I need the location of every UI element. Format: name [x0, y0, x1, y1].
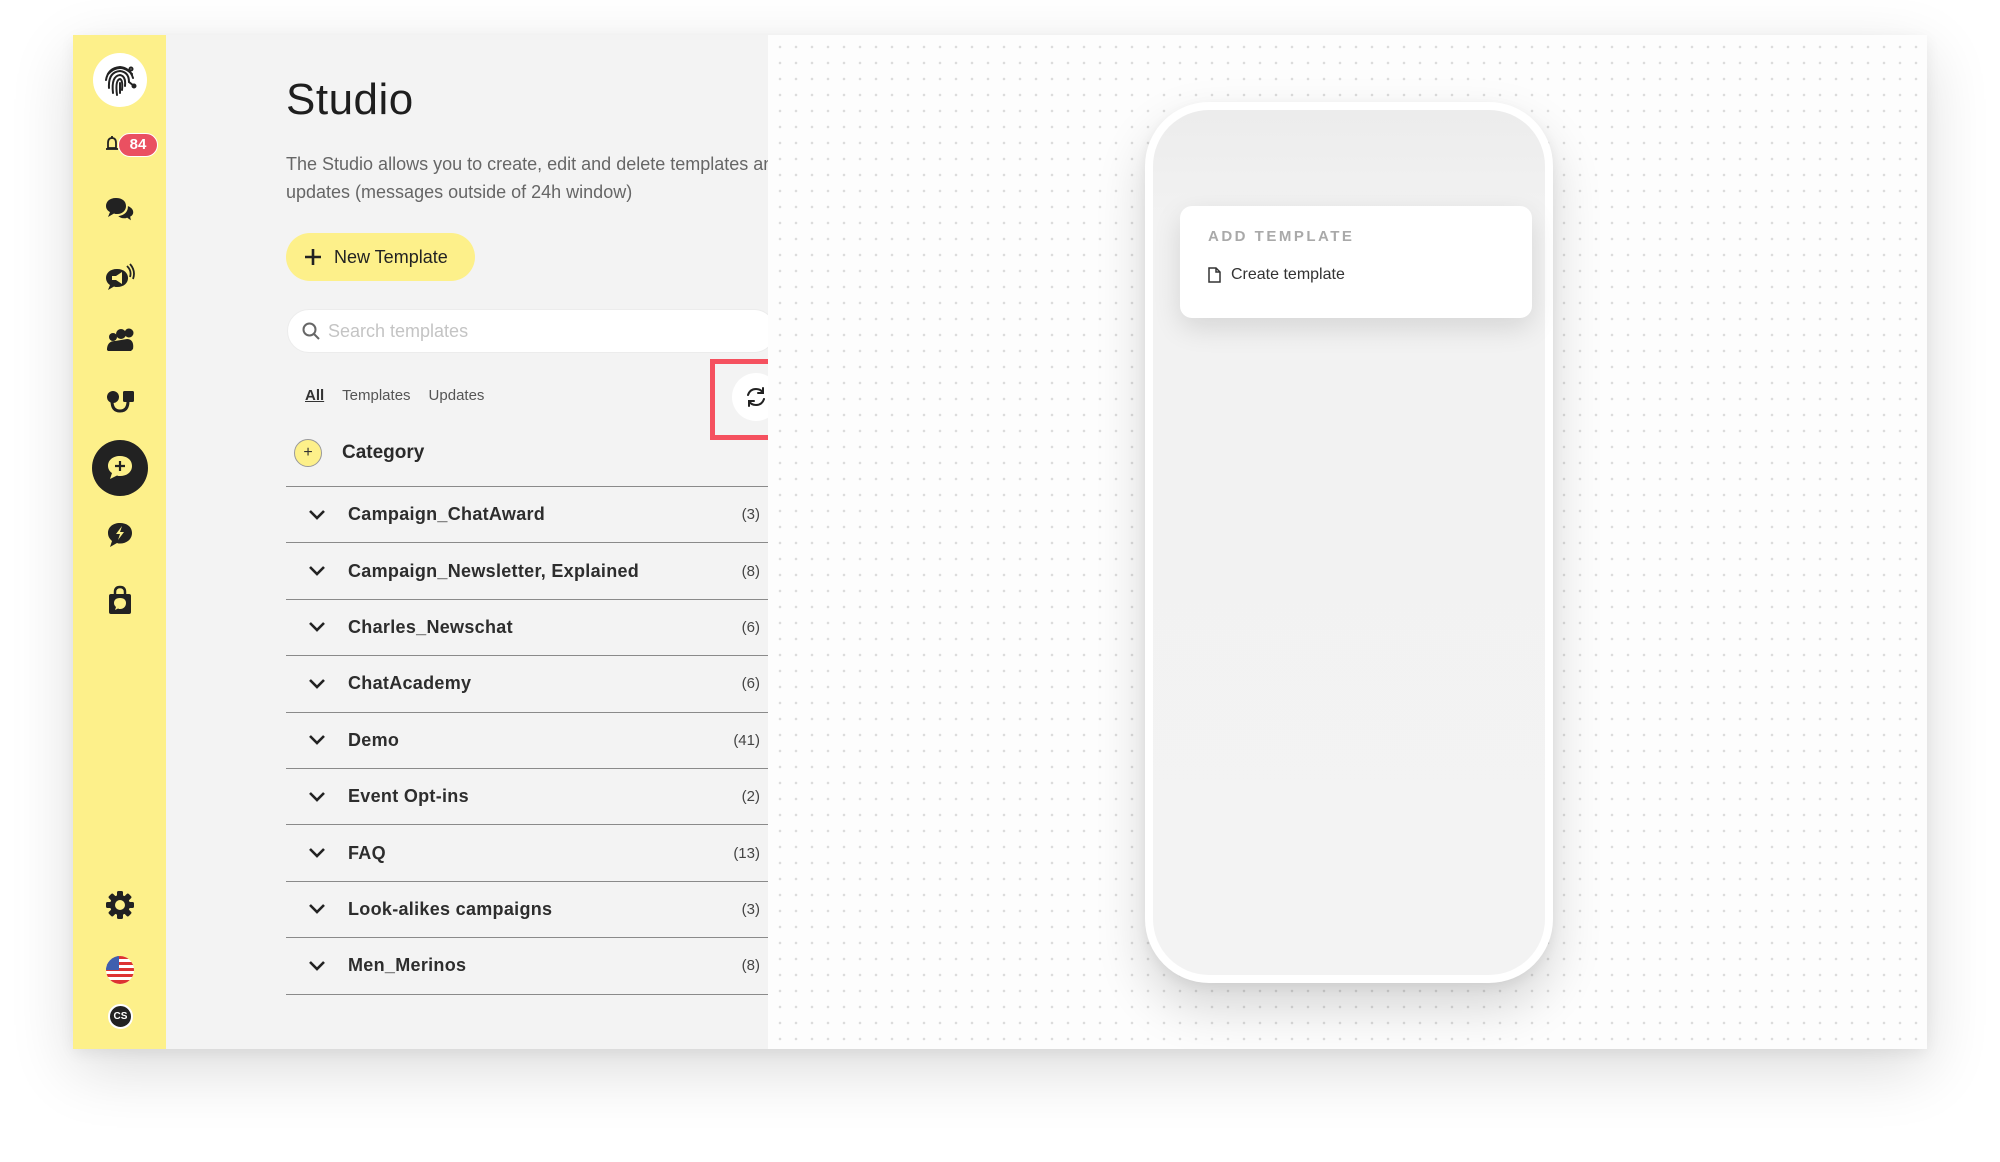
- page-description: The Studio allows you to create, edit an…: [286, 154, 784, 202]
- sidebar: 84 CS: [73, 35, 166, 1049]
- preview-area: ADD TEMPLATE Create template: [768, 35, 1927, 1049]
- plus-circle-icon: +: [294, 439, 322, 467]
- category-count: (2): [741, 788, 760, 806]
- category-row[interactable]: Campaign_ChatAward (3): [286, 487, 780, 544]
- sidebar-item-shop[interactable]: [73, 576, 166, 624]
- search-icon: [302, 322, 320, 340]
- category-count: (6): [741, 618, 760, 636]
- sidebar-item-contacts[interactable]: [73, 316, 166, 364]
- category-row[interactable]: Demo (41): [286, 713, 780, 769]
- category-row[interactable]: Men_Merinos (8): [286, 938, 780, 995]
- category-count: (41): [733, 731, 760, 749]
- search-field[interactable]: [287, 309, 776, 353]
- lightning-chat-icon: [107, 523, 132, 547]
- chat-bubbles-icon: [105, 198, 135, 223]
- category-name: Campaign_ChatAward: [348, 504, 546, 525]
- category-count: (3): [741, 900, 760, 918]
- notifications[interactable]: 84: [101, 132, 161, 158]
- people-icon: [106, 328, 133, 351]
- sidebar-item-studio[interactable]: [92, 440, 148, 496]
- category-row[interactable]: ChatAcademy (6): [286, 656, 780, 713]
- category-name: Charles_Newschat: [348, 616, 513, 637]
- shopping-bag-icon: [108, 585, 131, 614]
- category-name: Event Opt-ins: [348, 786, 469, 807]
- category-count: (6): [741, 675, 760, 693]
- sidebar-item-broadcast[interactable]: [73, 253, 166, 301]
- category-name: Men_Merinos: [348, 955, 467, 976]
- sidebar-item-chats[interactable]: [73, 186, 166, 234]
- bell-icon: [106, 136, 118, 150]
- connector-icon: [106, 391, 134, 413]
- us-flag-icon: [106, 956, 134, 984]
- notification-badge: 84: [118, 133, 158, 157]
- create-template-option[interactable]: Create template: [1208, 266, 1345, 284]
- category-row[interactable]: FAQ (13): [286, 825, 780, 882]
- chevron-down-icon: [309, 848, 325, 858]
- new-template-button[interactable]: New Template: [286, 233, 475, 281]
- category-name: Look-alikes campaigns: [348, 898, 553, 919]
- tab-templates[interactable]: Templates: [342, 387, 410, 404]
- add-category-button[interactable]: + Category: [294, 439, 424, 467]
- chevron-down-icon: [309, 904, 325, 915]
- user-avatar[interactable]: CS: [108, 1004, 133, 1029]
- category-name: Campaign_Newsletter, Explained: [348, 560, 640, 581]
- card-title: ADD TEMPLATE: [1208, 228, 1355, 245]
- chevron-down-icon: [309, 735, 325, 746]
- phone-mockup: ADD TEMPLATE Create template: [1145, 102, 1553, 983]
- category-row[interactable]: Charles_Newschat (6): [286, 600, 780, 657]
- create-template-label: Create template: [1231, 266, 1345, 283]
- chevron-down-icon: [309, 791, 325, 802]
- language-selector[interactable]: [106, 956, 134, 984]
- category-list: Campaign_ChatAward (3) Campaign_Newsletter…: [286, 486, 780, 995]
- category-row[interactable]: Event Opt-ins (2): [286, 769, 780, 826]
- phone-screen: ADD TEMPLATE Create template: [1153, 110, 1545, 975]
- app-window: 84 CS Studio The Studio allows you to cr…: [73, 35, 1927, 1049]
- megaphone-icon: [105, 263, 135, 290]
- category-name: FAQ: [348, 842, 386, 863]
- chevron-down-icon: [309, 622, 325, 633]
- add-template-card: ADD TEMPLATE Create template: [1180, 206, 1532, 318]
- fingerprint-logo-icon[interactable]: [93, 53, 147, 107]
- sidebar-item-integrations[interactable]: [73, 378, 166, 426]
- category-name: ChatAcademy: [348, 673, 472, 694]
- category-row[interactable]: Look-alikes campaigns (3): [286, 882, 780, 939]
- category-row[interactable]: Campaign_Newsletter, Explained (8): [286, 543, 780, 600]
- chevron-down-icon: [309, 566, 325, 576]
- gear-icon: [105, 891, 134, 919]
- category-name: Demo: [348, 729, 400, 750]
- sidebar-item-settings[interactable]: [73, 881, 166, 929]
- category-count: (8): [741, 562, 760, 580]
- refresh-icon: [747, 387, 765, 407]
- chat-plus-icon: [108, 456, 132, 479]
- category-count: (13): [733, 844, 760, 862]
- category-count: (3): [741, 506, 760, 524]
- studio-panel: Studio The Studio allows you to create, …: [166, 35, 804, 1049]
- category-label: Category: [342, 442, 425, 463]
- chevron-down-icon: [309, 509, 325, 520]
- category-count: (8): [741, 957, 760, 975]
- new-template-label: New Template: [334, 246, 448, 267]
- chevron-down-icon: [309, 678, 325, 689]
- filter-tabs: All Templates Updates: [305, 387, 484, 404]
- document-icon: [1208, 267, 1221, 283]
- plus-icon: [304, 248, 322, 266]
- page-title: Studio: [286, 75, 414, 124]
- sidebar-item-automations[interactable]: [73, 511, 166, 559]
- search-input[interactable]: [328, 320, 748, 342]
- chevron-down-icon: [309, 960, 325, 971]
- tab-updates[interactable]: Updates: [429, 387, 485, 404]
- tab-all[interactable]: All: [305, 387, 324, 404]
